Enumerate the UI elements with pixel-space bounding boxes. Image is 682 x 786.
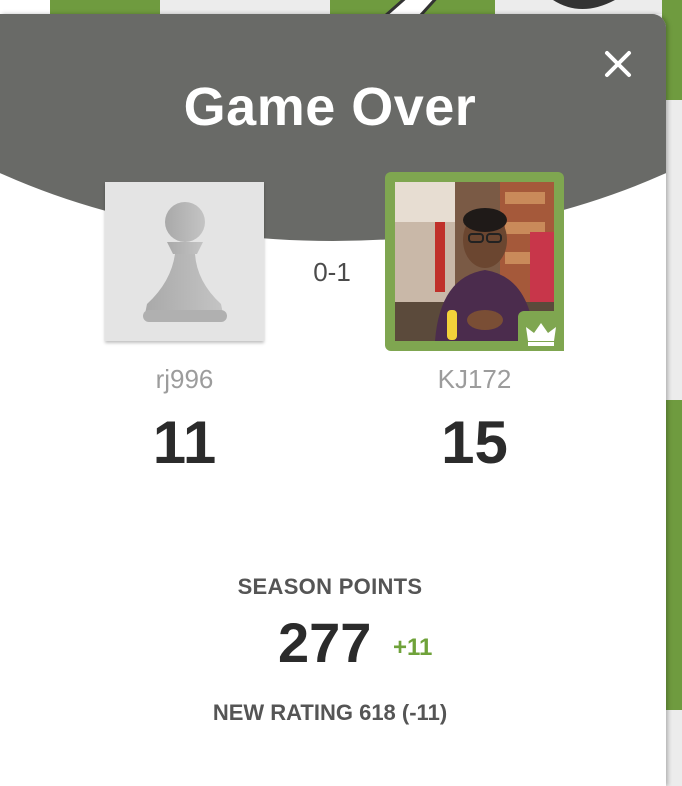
close-icon bbox=[605, 51, 631, 77]
season-points-delta: +11 bbox=[393, 634, 433, 661]
game-over-modal: Game Over 0-1 rj996 KJ172 11 15 SEASON P… bbox=[0, 14, 666, 786]
player-avatar-right[interactable] bbox=[385, 172, 564, 351]
pawn-icon bbox=[143, 202, 227, 322]
player-avatar-left[interactable] bbox=[105, 182, 264, 341]
new-rating: NEW RATING 618 (-11) bbox=[212, 700, 448, 725]
board-square bbox=[160, 0, 330, 14]
crown-icon bbox=[526, 323, 556, 346]
board-square bbox=[50, 0, 160, 14]
season-points-value: 277 bbox=[278, 611, 372, 674]
player-username-right[interactable]: KJ172 bbox=[395, 364, 554, 395]
player-username-left[interactable]: rj996 bbox=[105, 364, 264, 395]
game-score: 0-1 bbox=[313, 257, 351, 287]
player-value-left: 11 bbox=[152, 409, 217, 476]
close-button[interactable] bbox=[598, 44, 638, 84]
season-points-label: SEASON POINTS bbox=[237, 574, 423, 599]
modal-title: Game Over bbox=[183, 77, 477, 137]
player-value-right: 15 bbox=[441, 409, 508, 476]
winner-badge bbox=[518, 311, 564, 351]
